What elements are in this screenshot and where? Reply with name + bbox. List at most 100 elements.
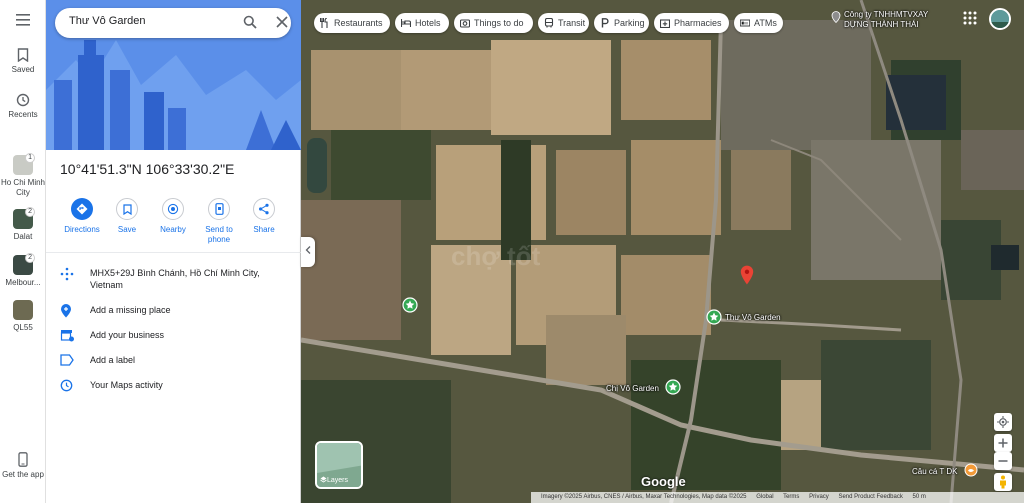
plus-code-row[interactable]: MHX5+29J Bình Chánh, Hồ Chí Minh City, V…: [60, 267, 290, 293]
chip-restaurants[interactable]: Restaurants: [314, 13, 390, 33]
restaurant-icon: [320, 18, 328, 28]
directions-icon: [76, 203, 88, 215]
share-icon: [259, 203, 269, 215]
recent-place-3[interactable]: 2 Melbour...: [0, 253, 46, 288]
search-box: [55, 8, 291, 38]
recent-place-label: QL55: [13, 323, 33, 332]
directions-button[interactable]: Directions: [60, 198, 104, 235]
minus-icon: [998, 460, 1008, 462]
recents-button[interactable]: Recents: [0, 93, 46, 120]
hero-illustration: [46, 0, 301, 150]
add-business-icon: [60, 330, 74, 342]
directions-label: Directions: [64, 225, 100, 234]
garden-poi-icon[interactable]: [706, 309, 722, 325]
recent-place-4[interactable]: QL55: [0, 300, 46, 333]
garden-poi-icon[interactable]: [402, 297, 418, 313]
add-business-row[interactable]: Add your business: [60, 329, 290, 343]
plus-code-text: MHX5+29J Bình Chánh, Hồ Chí Minh City, V…: [90, 268, 260, 290]
place-panel: 10°41'51.3"N 106°33'30.2"E Directions Sa…: [46, 0, 301, 503]
saved-button[interactable]: Saved: [0, 48, 46, 75]
poi-label-chi-vo-garden[interactable]: Chị Vô Garden: [606, 384, 659, 394]
chip-things-to-do[interactable]: Things to do: [454, 13, 533, 33]
bookmark-icon: [17, 48, 29, 62]
chip-hotels[interactable]: Hotels: [395, 13, 449, 33]
scale-label[interactable]: 50 m: [913, 494, 926, 500]
atm-icon: [740, 19, 750, 27]
place-thumbnail: 2: [13, 207, 35, 229]
layers-icon: [320, 476, 327, 483]
history-icon: [60, 379, 73, 392]
send-to-phone-label: Send to phone: [205, 225, 233, 244]
close-icon[interactable]: [275, 15, 289, 29]
recent-place-label: Dalat: [13, 232, 33, 241]
add-missing-place-row[interactable]: Add a missing place: [60, 304, 290, 318]
apps-grid-icon[interactable]: [963, 11, 977, 25]
transit-icon: [544, 18, 554, 28]
phone-icon: [18, 452, 28, 467]
recent-place-1[interactable]: 1 Ho Chi Minh City: [0, 153, 46, 198]
avatar[interactable]: [989, 8, 1011, 30]
pharmacy-icon: [660, 19, 670, 28]
chip-atms[interactable]: ATMs: [734, 13, 783, 33]
place-thumbnail: [13, 300, 33, 320]
save-button[interactable]: Save: [105, 198, 149, 235]
recent-place-label: Ho Chi Minh City: [0, 178, 45, 197]
chip-parking[interactable]: Parking: [594, 13, 649, 33]
layers-label: Layers: [327, 477, 349, 484]
chip-pharmacies[interactable]: Pharmacies: [654, 13, 729, 33]
street-view-button[interactable]: [994, 473, 1012, 491]
share-button[interactable]: Share: [242, 198, 286, 235]
place-coordinates: 10°41'51.3"N 106°33'30.2"E: [60, 161, 235, 177]
recents-label: Recents: [8, 110, 38, 119]
global-link[interactable]: Global: [756, 494, 773, 500]
garden-poi-icon[interactable]: [665, 379, 681, 395]
menu-icon: [16, 14, 30, 26]
terms-link[interactable]: Terms: [783, 494, 799, 500]
my-location-icon: [997, 416, 1009, 428]
place-thumbnail: 1: [13, 153, 35, 175]
feedback-link[interactable]: Send Product Feedback: [838, 494, 902, 500]
nearby-button[interactable]: Nearby: [151, 198, 195, 235]
satellite-imagery: chợ tốt: [301, 0, 1024, 503]
pegman-icon: [1000, 475, 1006, 489]
svg-text:chợ tốt: chợ tốt: [451, 241, 541, 271]
chevron-left-icon: [305, 246, 311, 254]
left-rail: Saved Recents 1 Ho Chi Minh City 2 Dalat…: [0, 0, 46, 503]
share-label: Share: [253, 225, 275, 234]
hotel-icon: [401, 19, 411, 27]
chip-transit[interactable]: Transit: [538, 13, 589, 33]
map-footer: Imagery ©2025 Airbus, CNES / Airbus, Max…: [531, 492, 1024, 503]
imagery-credit: Imagery ©2025 Airbus, CNES / Airbus, Max…: [541, 494, 747, 500]
send-to-phone-button[interactable]: Send to phone: [197, 198, 241, 245]
plus-icon: [998, 438, 1008, 448]
privacy-link[interactable]: Privacy: [809, 494, 829, 500]
parking-icon: [601, 18, 609, 28]
add-business-label: Add your business: [90, 330, 165, 340]
google-logo: Google: [641, 474, 686, 489]
business-pin-icon[interactable]: [831, 11, 841, 23]
poi-label-thu-vo-garden[interactable]: Thư Vô Garden: [725, 313, 781, 323]
zoom-out-button[interactable]: [994, 452, 1012, 470]
recent-place-2[interactable]: 2 Dalat: [0, 207, 46, 242]
plus-code-icon: [60, 267, 74, 281]
recent-place-label: Melbour...: [5, 278, 41, 287]
get-app-button[interactable]: Get the app: [0, 452, 46, 480]
satellite-map[interactable]: chợ tốt Restaurants Hotels Things to do …: [301, 0, 1024, 503]
location-pin-icon[interactable]: [740, 265, 754, 285]
maps-activity-row[interactable]: Your Maps activity: [60, 379, 290, 393]
layers-button[interactable]: Layers: [315, 441, 363, 489]
divider: [46, 252, 301, 253]
add-location-icon: [61, 304, 71, 318]
fishing-poi-icon[interactable]: [964, 463, 978, 477]
zoom-in-button[interactable]: [994, 434, 1012, 452]
add-label-row[interactable]: Add a label: [60, 354, 290, 368]
collapse-panel-button[interactable]: [301, 237, 315, 267]
search-icon[interactable]: [243, 15, 257, 29]
business-label[interactable]: Công ty TNHHMTVXAY DỰNG THÀNH THÁI: [844, 10, 928, 30]
poi-label-fishing[interactable]: Câu cá T DK: [912, 467, 958, 477]
my-location-button[interactable]: [994, 413, 1012, 431]
add-missing-place-label: Add a missing place: [90, 305, 171, 315]
camera-icon: [460, 19, 470, 28]
search-input[interactable]: [69, 15, 229, 27]
menu-button[interactable]: [0, 14, 46, 29]
